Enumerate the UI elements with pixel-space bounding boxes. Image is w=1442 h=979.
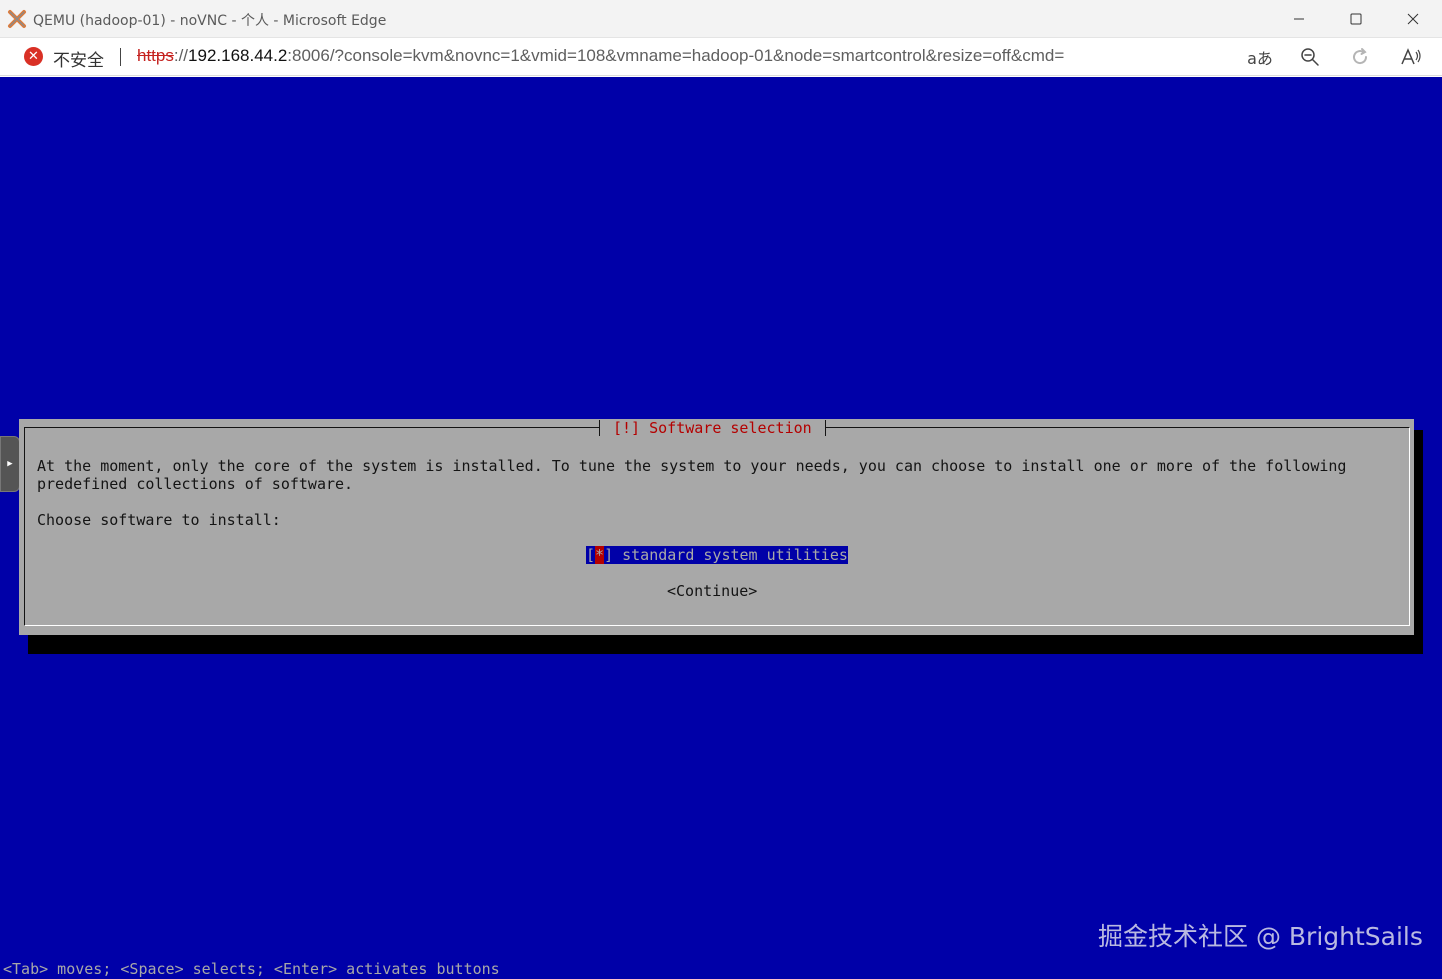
software-selection-dialog: [!] Software selection At the moment, on… bbox=[19, 419, 1414, 635]
maximize-button[interactable] bbox=[1327, 0, 1384, 38]
close-button[interactable] bbox=[1384, 0, 1441, 38]
address-divider bbox=[120, 48, 121, 66]
checkbox-label: standard system utilities bbox=[613, 546, 848, 564]
window-title: QEMU (hadoop-01) - noVNC - 个人 - Microsof… bbox=[33, 13, 387, 29]
description-line-2: predefined collections of software. bbox=[37, 475, 354, 493]
keyboard-help-line: <Tab> moves; <Space> selects; <Enter> ac… bbox=[3, 960, 500, 978]
address-bar: ✕ 不安全 https://192.168.44.2:8006/?console… bbox=[0, 38, 1442, 76]
refresh-icon bbox=[1353, 48, 1368, 65]
minimize-button[interactable] bbox=[1270, 0, 1327, 38]
read-aloud-button[interactable] bbox=[1398, 44, 1424, 70]
checkbox-open-bracket: [ bbox=[586, 546, 596, 564]
url-field[interactable]: https://192.168.44.2:8006/?console=kvm&n… bbox=[137, 46, 1064, 66]
minimize-icon bbox=[1293, 18, 1304, 20]
continue-button[interactable]: <Continue> bbox=[667, 582, 757, 600]
standard-system-utilities-checkbox[interactable]: [*] standard system utilities bbox=[586, 546, 848, 564]
read-aloud-icon bbox=[1401, 48, 1421, 65]
checkbox-close-bracket: ] bbox=[604, 546, 614, 564]
watermark: 掘金技术社区 @ BrightSails bbox=[1098, 922, 1423, 951]
url-protocol: https bbox=[137, 46, 174, 65]
maximize-icon bbox=[1350, 13, 1361, 25]
chevron-right-icon: ▶ bbox=[7, 459, 13, 469]
url-separator: :// bbox=[173, 46, 189, 65]
description-line-1: At the moment, only the core of the syst… bbox=[37, 457, 1347, 475]
zoom-out-button[interactable] bbox=[1297, 44, 1323, 70]
not-secure-icon[interactable]: ✕ bbox=[24, 47, 43, 66]
url-path: :8006/?console=kvm&novnc=1&vmid=108&vmna… bbox=[287, 46, 1065, 65]
url-host: 192.168.44.2 bbox=[188, 46, 288, 65]
refresh-button[interactable] bbox=[1347, 44, 1373, 70]
novnc-control-bar-handle[interactable]: ▶ bbox=[0, 436, 20, 492]
choose-prompt: Choose software to install: bbox=[37, 511, 281, 529]
close-icon bbox=[1407, 13, 1418, 25]
translate-icon: aあ bbox=[1247, 49, 1273, 68]
vnc-console[interactable]: ▶ [!] Software selection At the moment, … bbox=[0, 77, 1442, 979]
checkbox-mark: * bbox=[595, 546, 605, 564]
not-secure-label[interactable]: 不安全 bbox=[53, 46, 104, 71]
translate-button[interactable]: aあ bbox=[1247, 44, 1273, 70]
window-titlebar: QEMU (hadoop-01) - noVNC - 个人 - Microsof… bbox=[0, 0, 1442, 38]
dialog-title: [!] Software selection bbox=[599, 419, 826, 437]
qemu-app-icon bbox=[8, 10, 26, 28]
zoom-out-icon bbox=[1301, 48, 1319, 66]
